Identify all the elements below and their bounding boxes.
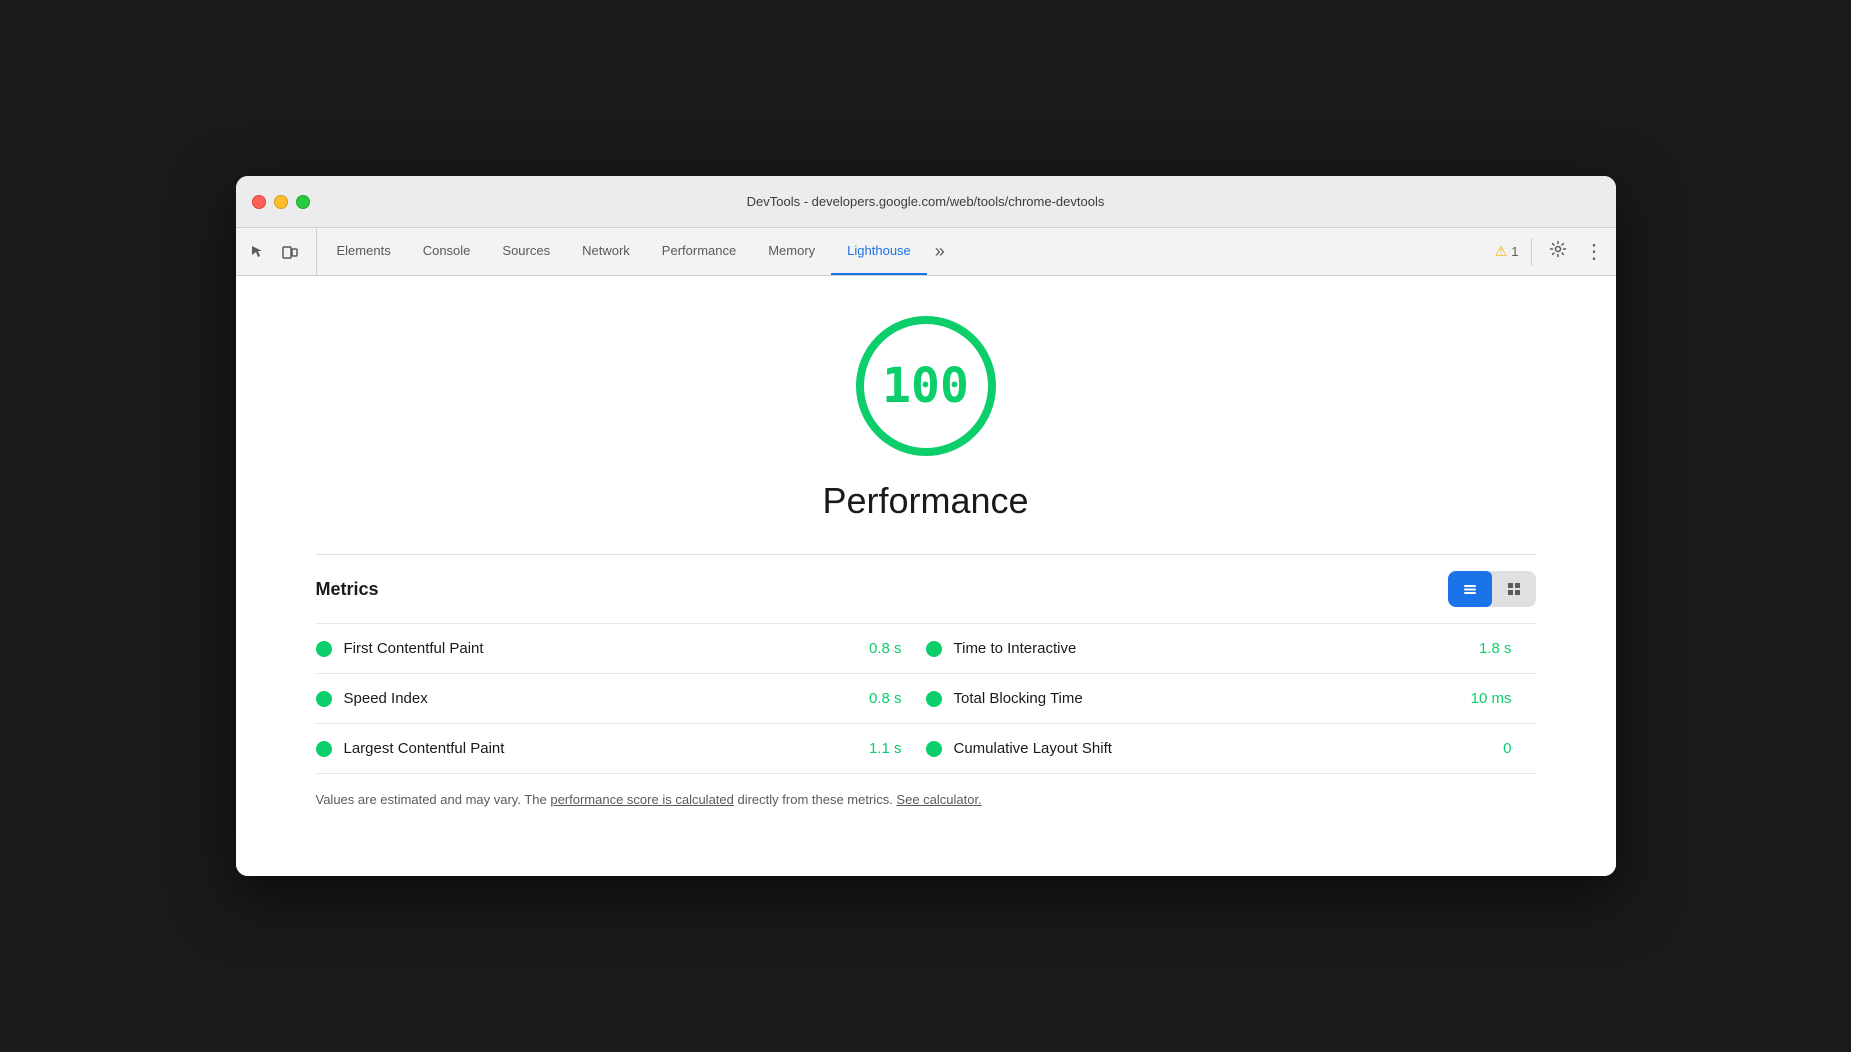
metric-dot-fcp	[316, 641, 332, 657]
metric-dot-lcp	[316, 741, 332, 757]
score-number: 100	[882, 358, 969, 414]
metric-value-fcp: 0.8 s	[869, 640, 902, 657]
metric-name-tbt: Total Blocking Time	[954, 690, 1459, 707]
calculator-link[interactable]: See calculator.	[896, 792, 981, 807]
metric-tti: Time to Interactive 1.8 s	[926, 640, 1536, 657]
tab-performance[interactable]: Performance	[646, 228, 752, 275]
metric-value-tti: 1.8 s	[1479, 640, 1512, 657]
tab-lighthouse[interactable]: Lighthouse	[831, 228, 927, 275]
warning-badge[interactable]: ⚠ 1	[1495, 243, 1519, 260]
tab-console[interactable]: Console	[407, 228, 487, 275]
metric-fcp: First Contentful Paint 0.8 s	[316, 640, 926, 657]
devtools-toolbar: Elements Console Sources Network Perform…	[236, 228, 1616, 276]
metric-name-si: Speed Index	[344, 690, 857, 707]
metrics-section: Metrics	[316, 554, 1536, 810]
main-content: 100 Performance Metrics	[236, 276, 1616, 876]
score-container: 100	[316, 316, 1536, 456]
metrics-label: Metrics	[316, 579, 379, 600]
view-toggle	[1448, 571, 1536, 607]
warning-icon: ⚠	[1495, 243, 1508, 260]
metric-name-fcp: First Contentful Paint	[344, 640, 857, 657]
metric-value-cls: 0	[1503, 740, 1511, 757]
toolbar-icons	[244, 228, 317, 275]
traffic-lights	[252, 195, 310, 209]
metric-cls: Cumulative Layout Shift 0	[926, 740, 1536, 757]
metrics-grid: First Contentful Paint 0.8 s Time to Int…	[316, 623, 1536, 774]
devtools-tabs: Elements Console Sources Network Perform…	[321, 228, 1487, 275]
metric-name-tti: Time to Interactive	[954, 640, 1467, 657]
metric-name-cls: Cumulative Layout Shift	[954, 740, 1492, 757]
metric-dot-si	[316, 691, 332, 707]
score-circle: 100	[856, 316, 996, 456]
metric-row-3: Largest Contentful Paint 1.1 s Cumulativ…	[316, 724, 1536, 774]
metric-value-tbt: 10 ms	[1471, 690, 1512, 707]
devtools-window: DevTools - developers.google.com/web/too…	[236, 176, 1616, 876]
metrics-header: Metrics	[316, 555, 1536, 623]
close-button[interactable]	[252, 195, 266, 209]
metric-tbt: Total Blocking Time 10 ms	[926, 690, 1536, 707]
warning-count: 1	[1511, 244, 1518, 259]
window-title: DevTools - developers.google.com/web/too…	[747, 194, 1105, 209]
tab-elements[interactable]: Elements	[321, 228, 407, 275]
more-options-icon: ⋮	[1584, 239, 1603, 264]
device-toolbar-icon[interactable]	[276, 238, 304, 266]
maximize-button[interactable]	[296, 195, 310, 209]
metric-row-2: Speed Index 0.8 s Total Blocking Time 10…	[316, 674, 1536, 724]
grid-view-button[interactable]	[1492, 571, 1536, 607]
footer-note: Values are estimated and may vary. The p…	[316, 774, 1536, 810]
minimize-button[interactable]	[274, 195, 288, 209]
metric-dot-cls	[926, 741, 942, 757]
metric-value-lcp: 1.1 s	[869, 740, 902, 757]
toolbar-right: ⚠ 1 ⋮	[1487, 228, 1608, 275]
more-tabs-button[interactable]: »	[927, 228, 953, 275]
list-view-button[interactable]	[1448, 571, 1492, 607]
inspect-icon[interactable]	[244, 238, 272, 266]
metric-dot-tti	[926, 641, 942, 657]
settings-icon	[1549, 240, 1567, 263]
metric-name-lcp: Largest Contentful Paint	[344, 740, 857, 757]
metric-value-si: 0.8 s	[869, 690, 902, 707]
tab-memory[interactable]: Memory	[752, 228, 831, 275]
metric-si: Speed Index 0.8 s	[316, 690, 926, 707]
tab-sources[interactable]: Sources	[486, 228, 566, 275]
metric-dot-tbt	[926, 691, 942, 707]
toolbar-divider	[1531, 238, 1532, 266]
performance-score-link[interactable]: performance score is calculated	[550, 792, 734, 807]
settings-button[interactable]	[1544, 238, 1572, 266]
performance-label: Performance	[316, 480, 1536, 522]
metric-row-1: First Contentful Paint 0.8 s Time to Int…	[316, 624, 1536, 674]
metric-lcp: Largest Contentful Paint 1.1 s	[316, 740, 926, 757]
tab-network[interactable]: Network	[566, 228, 646, 275]
more-options-button[interactable]: ⋮	[1580, 238, 1608, 266]
titlebar: DevTools - developers.google.com/web/too…	[236, 176, 1616, 228]
